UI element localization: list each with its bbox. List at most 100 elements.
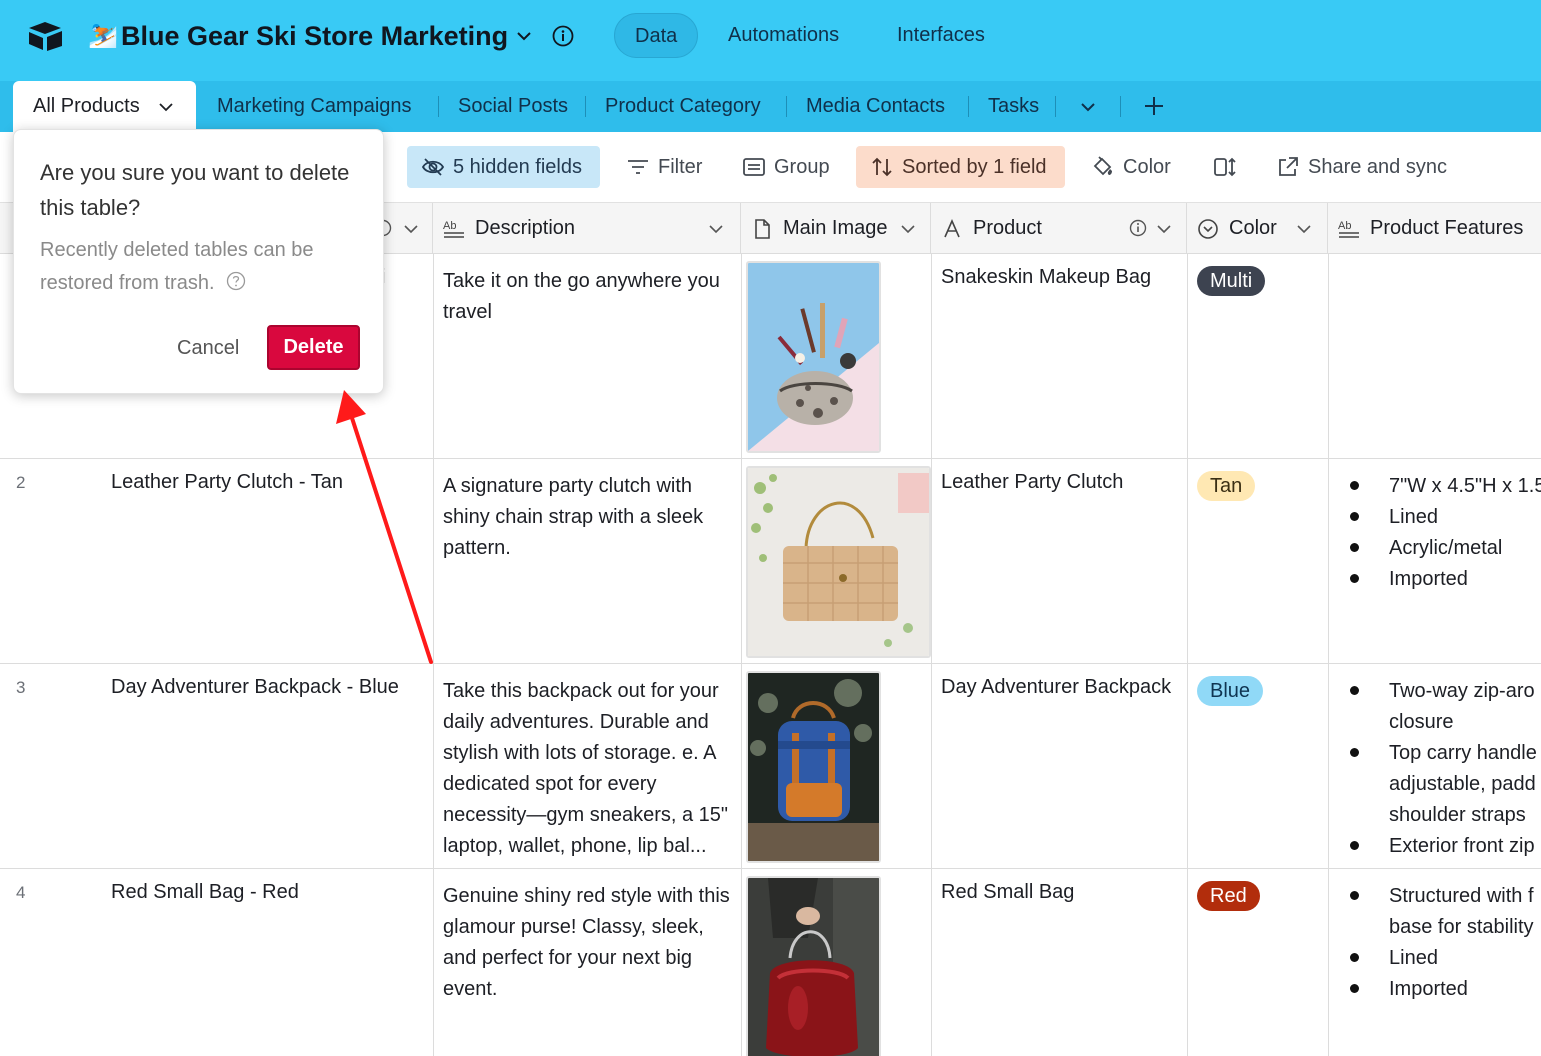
external-link-icon [1279,157,1298,176]
product-cell[interactable]: Leather Party Clutch [941,471,1123,494]
nav-automations[interactable]: Automations [708,13,859,58]
sort-icon [872,157,892,177]
description-cell[interactable]: A signature party clutch with shiny chai… [443,471,735,564]
tab-divider [786,96,787,117]
row-name-cell[interactable]: Red Small Bag - Red [111,881,299,904]
cell-divider [433,254,434,458]
top-bar: ⛷️ Blue Gear Ski Store Marketing Data Au… [0,0,1541,81]
cell-divider [433,869,434,1056]
cell-divider [931,869,932,1056]
tab-tasks[interactable]: Tasks [988,81,1039,132]
main-image-thumbnail[interactable] [746,876,881,1056]
main-image-thumbnail[interactable] [746,671,881,863]
tab-marketing-campaigns[interactable]: Marketing Campaigns [217,81,412,132]
row-name-cell[interactable]: Leather Party Clutch - Tan [111,471,343,494]
sort-label: Sorted by 1 field [902,156,1047,178]
product-cell[interactable]: Day Adventurer Backpack [941,676,1171,699]
tab-divider [1055,96,1056,117]
hidden-fields-button[interactable]: 5 hidden fields [407,146,600,188]
popover-message-text: Recently deleted tables can be restored … [40,239,314,294]
sort-button[interactable]: Sorted by 1 field [856,146,1065,188]
chevron-down-icon[interactable] [157,98,175,116]
base-title[interactable]: Blue Gear Ski Store Marketing [121,19,508,53]
column-header-description[interactable]: Ab Description [433,203,741,254]
help-icon[interactable] [226,271,246,291]
share-and-sync-button[interactable]: Share and sync [1262,146,1459,188]
features-cell[interactable]: Two-way zip-aro closure Top carry handle… [1348,676,1541,862]
feature-item: Imported [1348,564,1541,595]
color-label: Color [1123,156,1171,178]
color-pill[interactable]: Multi [1197,266,1266,296]
clutch-image [748,468,929,656]
tab-divider [1120,96,1121,117]
single-line-text-icon [944,219,960,238]
color-pill[interactable]: Red [1197,881,1260,911]
chevron-down-icon[interactable] [402,220,420,238]
delete-button[interactable]: Delete [267,325,360,370]
column-label: Description [475,217,576,239]
base-emoji-icon: ⛷️ [88,22,118,49]
feature-item: Top carry handle adjustable, padd should… [1348,738,1541,831]
column-header-product[interactable]: Product [931,203,1187,254]
row-height-icon [1214,157,1236,177]
description-cell[interactable]: Take it on the go anywhere you travel [443,266,735,328]
chevron-down-icon[interactable] [1295,220,1313,238]
paint-bucket-icon [1093,156,1112,176]
product-cell[interactable]: Snakeskin Makeup Bag [941,266,1151,289]
more-tables-chevron-icon[interactable] [1078,97,1098,117]
table-row[interactable]: 3 Day Adventurer Backpack - Blue Take th… [0,664,1541,869]
tab-media-contacts[interactable]: Media Contacts [806,81,945,132]
color-button[interactable]: Color [1077,146,1183,188]
description-cell[interactable]: Genuine shiny red style with this glamou… [443,881,735,1005]
chevron-down-icon[interactable] [707,220,725,238]
column-label: Color [1229,217,1277,239]
feature-item: 7"W x 4.5"H x 1.5 [1348,471,1541,502]
info-icon[interactable] [1129,219,1147,237]
chevron-down-icon[interactable] [514,26,534,46]
info-icon[interactable] [552,25,574,47]
cell-divider [433,664,434,868]
column-header-color[interactable]: Color [1187,203,1328,254]
features-cell[interactable]: Structured with f base for stability Lin… [1348,881,1541,1005]
delete-table-popover: Are you sure you want to delete this tab… [13,129,384,394]
color-pill[interactable]: Tan [1197,471,1256,501]
table-row[interactable]: 2 Leather Party Clutch - Tan A signature… [0,459,1541,664]
backpack-image [748,673,879,861]
nav-interfaces[interactable]: Interfaces [877,13,1005,58]
cell-divider [1187,664,1188,868]
product-cell[interactable]: Red Small Bag [941,881,1074,904]
color-pill[interactable]: Blue [1197,676,1264,706]
feature-item: Lined [1348,502,1541,533]
add-table-icon[interactable] [1143,95,1165,117]
row-number: 2 [16,473,26,492]
feature-item: Imported [1348,974,1541,1005]
chevron-down-icon[interactable] [1155,220,1173,238]
description-cell[interactable]: Take this backpack out for your daily ad… [443,676,735,862]
tab-divider [585,96,586,117]
main-image-thumbnail[interactable] [746,261,881,453]
filter-button[interactable]: Filter [612,146,714,188]
column-header-main-image[interactable]: Main Image [741,203,931,254]
cell-divider [741,869,742,1056]
nav-data[interactable]: Data [614,13,699,58]
airtable-logo-icon[interactable] [26,20,64,52]
group-button[interactable]: Group [728,146,842,188]
chevron-down-icon[interactable] [899,220,917,238]
cell-divider [931,254,932,458]
features-cell[interactable]: 7"W x 4.5"H x 1.5 Lined Acrylic/metal Im… [1348,471,1541,595]
feature-item: Acrylic/metal [1348,533,1541,564]
column-header-product-features[interactable]: Ab Product Features [1328,203,1541,254]
row-name-cell[interactable]: Day Adventurer Backpack - Blue [111,676,399,699]
tab-all-products[interactable]: All Products [13,81,196,132]
column-label: Product Features [1370,217,1524,239]
tab-social-posts[interactable]: Social Posts [458,81,568,132]
cell-divider [433,459,434,663]
tab-product-category[interactable]: Product Category [605,81,761,132]
cancel-button[interactable]: Cancel [165,326,251,370]
table-row[interactable]: 4 Red Small Bag - Red Genuine shiny red … [0,869,1541,1056]
main-image-thumbnail[interactable] [746,466,931,658]
row-number: 4 [16,883,26,902]
filter-label: Filter [658,156,703,178]
row-height-button[interactable] [1199,146,1245,188]
long-text-icon: Ab [1338,220,1359,238]
